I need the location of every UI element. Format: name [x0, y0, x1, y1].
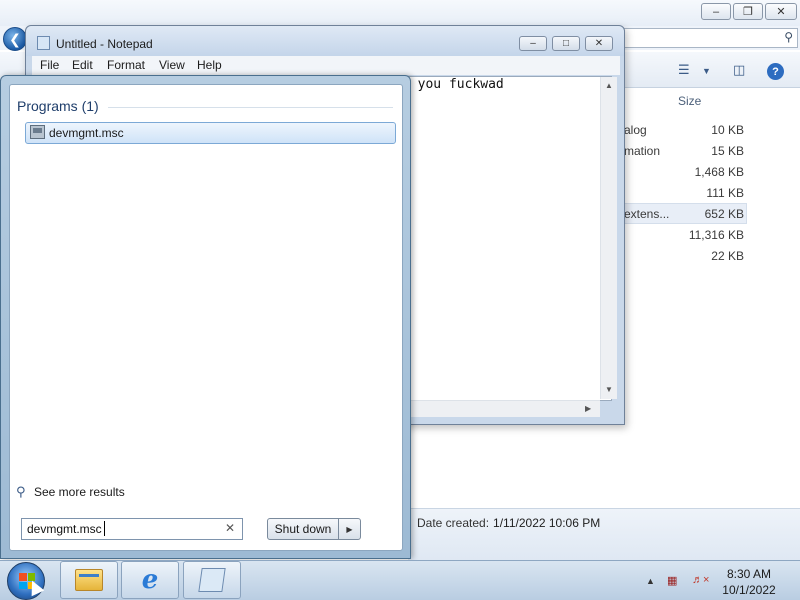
taskbar-clock[interactable]: 8:30 AM 10/1/2022 [716, 566, 782, 598]
see-more-results-link[interactable]: ⚲ See more results [16, 484, 125, 500]
explorer-restore-button[interactable]: ❐ [733, 3, 763, 20]
scroll-right-icon[interactable]: ▶ [585, 404, 591, 413]
details-value: 1/11/2022 10:06 PM [493, 516, 601, 530]
scroll-down-icon[interactable]: ▼ [601, 385, 617, 394]
explorer-search-input[interactable]: ⚲ [620, 28, 798, 48]
clock-time: 8:30 AM [726, 567, 772, 581]
console-app-icon [30, 125, 45, 139]
notepad-menubar: File Edit Format View Help [32, 56, 620, 75]
shut-down-label: Shut down [274, 522, 332, 536]
clock-date: 10/1/2022 [722, 583, 776, 597]
minimize-icon: – [530, 38, 536, 49]
programs-section-title: Programs (1) [17, 98, 99, 114]
file-size: 1,468 KB [694, 165, 744, 179]
windows-explorer-icon [75, 569, 103, 591]
notepad-minimize-button[interactable]: – [519, 36, 547, 51]
start-menu-results-pane [9, 84, 403, 551]
menu-help[interactable]: Help [197, 58, 222, 72]
menu-edit[interactable]: Edit [72, 58, 93, 72]
help-icon[interactable]: ? [767, 63, 784, 80]
minimize-icon: – [712, 5, 720, 18]
close-icon: ✕ [594, 38, 604, 49]
menu-format[interactable]: Format [107, 58, 145, 72]
internet-explorer-icon: e [141, 565, 159, 595]
volume-muted-icon[interactable]: ♬× [692, 574, 709, 586]
search-result-label: devmgmt.msc [49, 126, 124, 140]
horizontal-scrollbar[interactable]: ▶ [409, 400, 600, 417]
menu-view[interactable]: View [159, 58, 185, 72]
search-icon: ⚲ [16, 484, 26, 499]
vertical-scrollbar[interactable]: ▲ ▼ [600, 77, 617, 399]
restore-icon: ❐ [743, 6, 753, 18]
notepad-icon [37, 36, 50, 50]
notepad-title: Untitled - Notepad [56, 37, 153, 51]
explorer-titlebar [0, 0, 800, 26]
shut-down-button[interactable]: Shut down [267, 518, 339, 540]
maximize-icon: □ [562, 38, 570, 49]
file-size: 652 KB [704, 207, 744, 221]
file-name[interactable]: alog [624, 123, 647, 137]
taskbar-ie-button[interactable]: e [121, 561, 179, 599]
scroll-up-icon[interactable]: ▲ [601, 81, 617, 90]
close-icon: ✕ [776, 6, 786, 18]
notepad-content: n you fuckwad [402, 77, 504, 92]
start-search-value: devmgmt.msc [27, 522, 102, 536]
file-size: 111 KB [706, 186, 744, 200]
see-more-label: See more results [34, 485, 125, 499]
explorer-close-button[interactable]: ✕ [765, 3, 797, 20]
views-icon[interactable]: ☰ [678, 62, 690, 78]
views-dropdown-icon[interactable]: ▼ [702, 66, 711, 76]
network-icon[interactable]: ▦ [667, 574, 677, 587]
chevron-right-icon: ▶ [346, 524, 353, 534]
details-label: Date created: [417, 516, 490, 530]
text-caret [104, 521, 105, 536]
size-column-header[interactable]: Size [678, 94, 701, 108]
clear-search-icon[interactable]: ✕ [225, 521, 235, 535]
notepad-close-button[interactable]: ✕ [585, 36, 613, 51]
file-size: 10 KB [711, 123, 744, 137]
details-date-created: Date created: 1/11/2022 10:06 PM [417, 516, 600, 530]
taskbar-explorer-button[interactable] [60, 561, 118, 599]
preview-pane-icon[interactable]: ◫ [733, 62, 745, 78]
back-button[interactable]: ❮ [3, 27, 27, 51]
menu-file[interactable]: File [40, 58, 59, 72]
notepad-icon [198, 568, 226, 592]
notepad-maximize-button[interactable]: □ [552, 36, 580, 51]
file-size: 15 KB [711, 144, 744, 158]
file-size: 22 KB [711, 249, 744, 263]
file-name[interactable]: extens... [624, 207, 669, 221]
back-arrow-icon: ❮ [9, 30, 21, 47]
file-size: 11,316 KB [688, 228, 744, 242]
file-name[interactable]: mation [624, 144, 660, 158]
taskbar [0, 560, 800, 600]
taskbar-notepad-button[interactable] [183, 561, 241, 599]
show-hidden-icons-icon[interactable]: ▲ [646, 576, 655, 586]
search-icon: ⚲ [784, 30, 793, 44]
section-divider [108, 107, 393, 108]
shut-down-options-button[interactable]: ▶ [338, 518, 361, 540]
explorer-minimize-button[interactable]: – [701, 3, 731, 20]
